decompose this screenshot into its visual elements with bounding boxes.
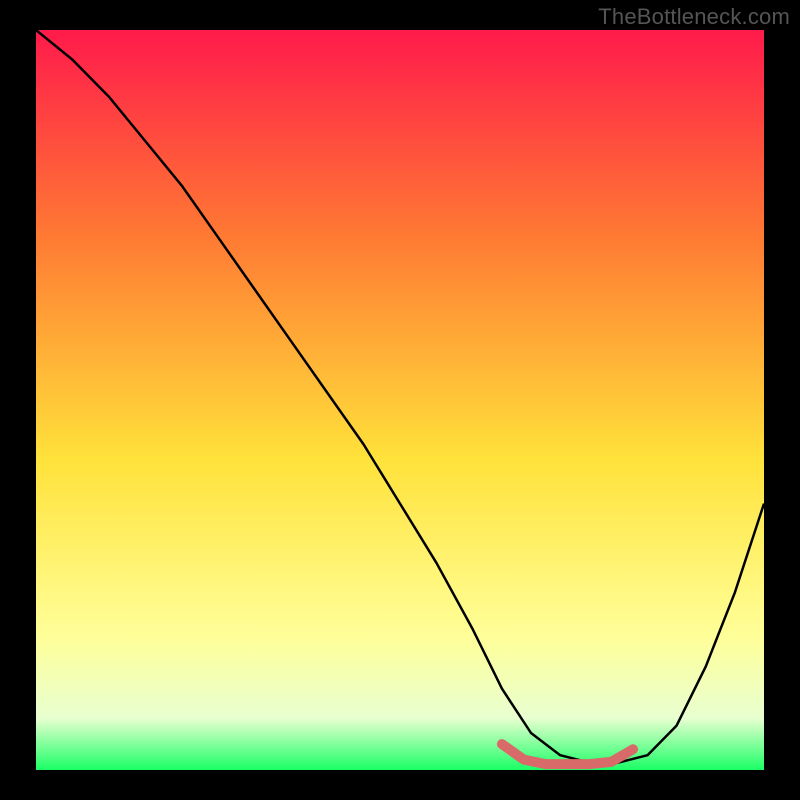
watermark-text: TheBottleneck.com	[598, 4, 790, 30]
bottleneck-chart	[36, 30, 764, 770]
chart-frame: TheBottleneck.com	[0, 0, 800, 800]
plot-area	[36, 30, 764, 770]
